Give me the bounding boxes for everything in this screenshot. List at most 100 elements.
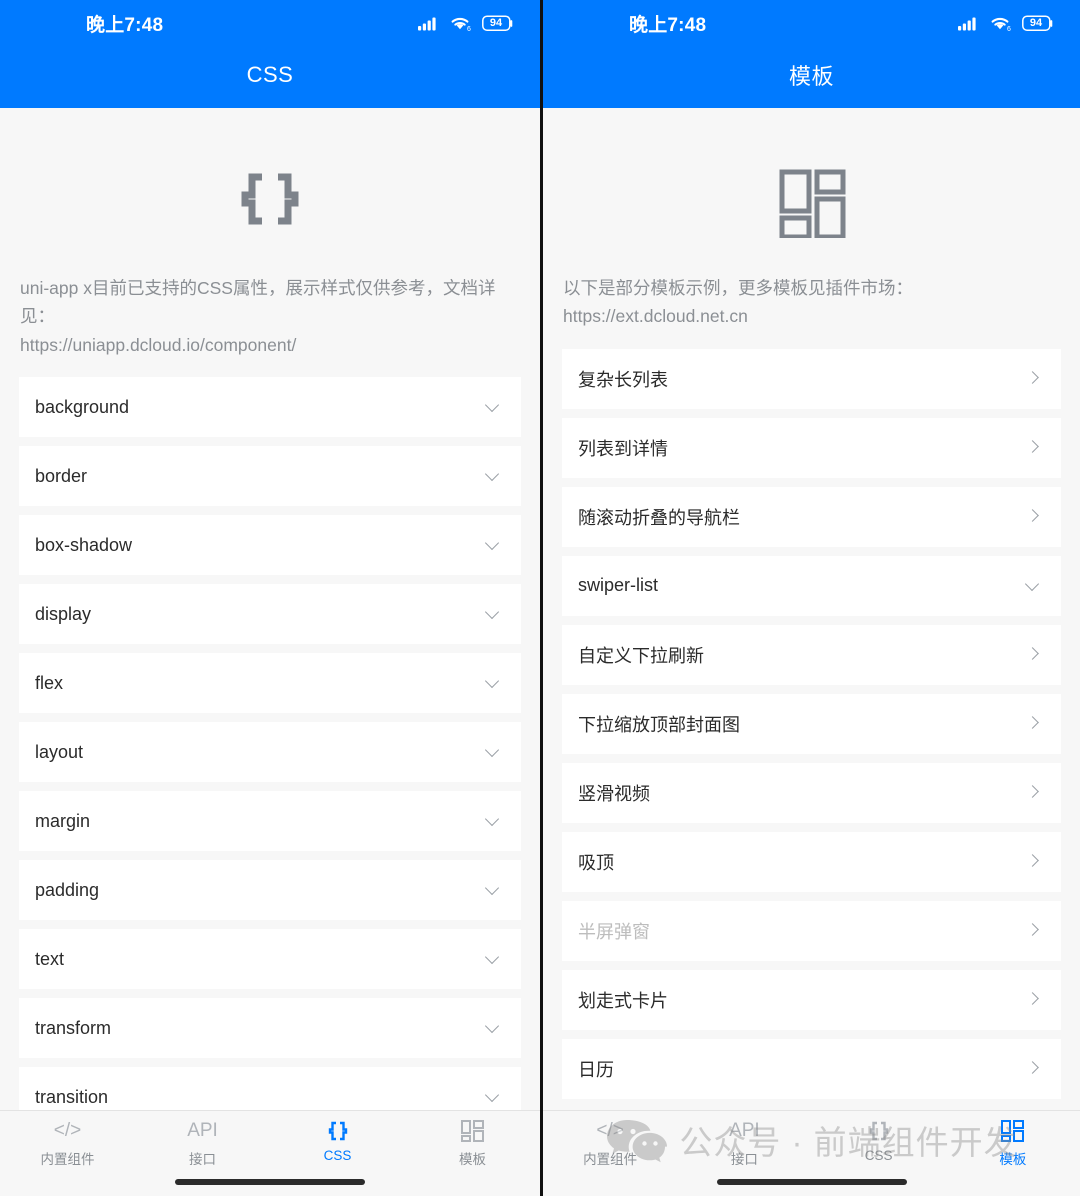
- right-intro-text: 以下是部分模板示例，更多模板见插件市场：: [563, 278, 913, 298]
- grid-layout-icon: [1000, 1118, 1026, 1144]
- list-item[interactable]: swiper-list: [562, 555, 1061, 616]
- list-item[interactable]: transform: [19, 998, 521, 1059]
- chevron-right-icon[interactable]: [1025, 645, 1045, 665]
- list-item[interactable]: 划走式卡片: [562, 969, 1061, 1030]
- list-item[interactable]: 复杂长列表: [562, 348, 1061, 409]
- list-item-label: transition: [35, 1086, 109, 1107]
- chevron-down-icon[interactable]: [485, 397, 505, 417]
- right-phone-screen: 晚上7:48 6 94 模板 以下是部分模板示例，更多模板见插件市场： http…: [540, 0, 1080, 1196]
- left-phone-screen: 晚上7:48 6 94 CSS uni-app x目前已支持的CSS属性，展示样…: [0, 0, 540, 1196]
- chevron-down-icon[interactable]: [485, 1087, 505, 1107]
- chevron-down-icon[interactable]: [485, 880, 505, 900]
- list-item-label: 列表到详情: [578, 438, 668, 459]
- chevron-down-icon[interactable]: [485, 535, 505, 555]
- left-header: 晚上7:48 6 94 CSS: [0, 0, 540, 108]
- list-item-label: text: [35, 948, 65, 969]
- chevron-down-icon[interactable]: [485, 811, 505, 831]
- right-intro: 以下是部分模板示例，更多模板见插件市场： https://ext.dcloud.…: [543, 238, 1080, 331]
- list-item[interactable]: margin: [19, 791, 521, 852]
- list-item-label: 竖滑视频: [578, 783, 650, 804]
- list-item-label: flex: [35, 672, 64, 693]
- list-item[interactable]: 日历: [562, 1038, 1061, 1099]
- chevron-right-icon[interactable]: [1025, 1059, 1045, 1079]
- chevron-down-icon[interactable]: [485, 1018, 505, 1038]
- left-status-bar: 晚上7:48 6 94: [0, 0, 540, 46]
- status-time: 晚上7:48: [629, 14, 707, 36]
- list-item[interactable]: box-shadow: [19, 515, 521, 576]
- curly-braces-icon: [867, 1118, 891, 1144]
- tab-label: 内置组件: [40, 1152, 95, 1167]
- tab-4[interactable]: 模板: [405, 1111, 540, 1196]
- left-intro: uni-app x目前已支持的CSS属性，展示样式仅供参考，文档详见： http…: [0, 238, 540, 359]
- list-item[interactable]: display: [19, 584, 521, 645]
- list-item[interactable]: flex: [19, 653, 521, 714]
- list-item[interactable]: 随滚动折叠的导航栏: [562, 486, 1061, 547]
- list-item[interactable]: 竖滑视频: [562, 762, 1061, 823]
- chevron-right-icon[interactable]: [1025, 507, 1045, 527]
- tab-4[interactable]: 模板: [946, 1111, 1080, 1196]
- right-nav-title: 模板: [788, 64, 834, 89]
- chevron-right-icon[interactable]: [1025, 783, 1045, 803]
- list-item-label: 自定义下拉刷新: [578, 645, 704, 666]
- list-item[interactable]: transition: [19, 1067, 521, 1110]
- chevron-down-icon[interactable]: [485, 466, 505, 486]
- left-css-property-list[interactable]: background border box-shadow display flex lay…: [0, 377, 540, 1110]
- list-item[interactable]: border: [19, 446, 521, 507]
- list-item-label: margin: [35, 810, 91, 831]
- curly-braces-icon: [231, 160, 309, 238]
- list-item[interactable]: padding: [19, 860, 521, 921]
- tab-label: 模板: [459, 1152, 486, 1167]
- status-icons: 6 94: [958, 14, 1054, 32]
- grid-layout-icon: [773, 160, 851, 238]
- tab-label: 模板: [999, 1152, 1027, 1167]
- dual-screenshot-container: 晚上7:48 6 94 CSS uni-app x目前已支持的CSS属性，展示样…: [0, 0, 1080, 1196]
- list-item[interactable]: background: [19, 377, 521, 438]
- chevron-down-icon[interactable]: [485, 949, 505, 969]
- api-text-icon: API: [187, 1120, 218, 1141]
- battery-icon: 94: [482, 14, 514, 32]
- chevron-down-icon[interactable]: [485, 742, 505, 762]
- list-item[interactable]: 下拉缩放顶部封面图: [562, 693, 1061, 754]
- tab-label: 接口: [189, 1152, 216, 1167]
- cellular-signal-icon: [418, 15, 440, 31]
- list-item[interactable]: 自定义下拉刷新: [562, 624, 1061, 685]
- code-tags-icon: </>: [596, 1120, 624, 1141]
- battery-icon: 94: [1022, 14, 1054, 32]
- wifi-icon: 6: [449, 15, 473, 32]
- right-template-list[interactable]: 复杂长列表列表到详情随滚动折叠的导航栏 swiper-list 自定义下拉刷新下拉缩…: [543, 348, 1080, 1110]
- list-item[interactable]: text: [19, 929, 521, 990]
- right-status-bar: 晚上7:48 6 94: [543, 0, 1080, 46]
- status-time: 晚上7:48: [86, 14, 164, 36]
- list-item[interactable]: 列表到详情: [562, 417, 1061, 478]
- chevron-right-icon[interactable]: [1025, 714, 1045, 734]
- chevron-down-icon[interactable]: [1025, 576, 1045, 596]
- left-body: uni-app x目前已支持的CSS属性，展示样式仅供参考，文档详见： http…: [0, 108, 540, 1110]
- list-item-label: background: [35, 396, 130, 417]
- chevron-right-icon[interactable]: [1025, 990, 1045, 1010]
- cellular-signal-icon: [958, 15, 980, 31]
- list-item-label: box-shadow: [35, 534, 133, 555]
- chevron-right-icon[interactable]: [1025, 921, 1045, 941]
- battery-level-text: 94: [1029, 17, 1043, 29]
- chevron-right-icon[interactable]: [1025, 438, 1045, 458]
- list-item[interactable]: 吸顶: [562, 831, 1061, 892]
- chevron-right-icon[interactable]: [1025, 852, 1045, 872]
- list-item-label: swiper-list: [578, 575, 659, 596]
- chevron-down-icon[interactable]: [485, 673, 505, 693]
- list-item-label: transform: [35, 1017, 112, 1038]
- tab-1[interactable]: </> 内置组件: [0, 1111, 135, 1196]
- list-item-label: layout: [35, 741, 84, 762]
- chevron-down-icon[interactable]: [485, 604, 505, 624]
- list-item-label: 复杂长列表: [578, 369, 668, 390]
- tab-1[interactable]: </> 内置组件: [543, 1111, 677, 1196]
- left-intro-text: uni-app x目前已支持的CSS属性，展示样式仅供参考，文档详见：: [20, 278, 496, 327]
- chevron-right-icon[interactable]: [1025, 369, 1045, 389]
- svg-text:6: 6: [467, 26, 471, 32]
- list-item-label: border: [35, 465, 88, 486]
- right-header: 晚上7:48 6 94 模板: [543, 0, 1080, 108]
- tab-label: 内置组件: [583, 1152, 638, 1167]
- list-item-label: 半屏弹窗: [578, 921, 650, 942]
- list-item[interactable]: layout: [19, 722, 521, 783]
- grid-layout-icon: [460, 1118, 486, 1144]
- wifi-icon: 6: [989, 15, 1013, 32]
